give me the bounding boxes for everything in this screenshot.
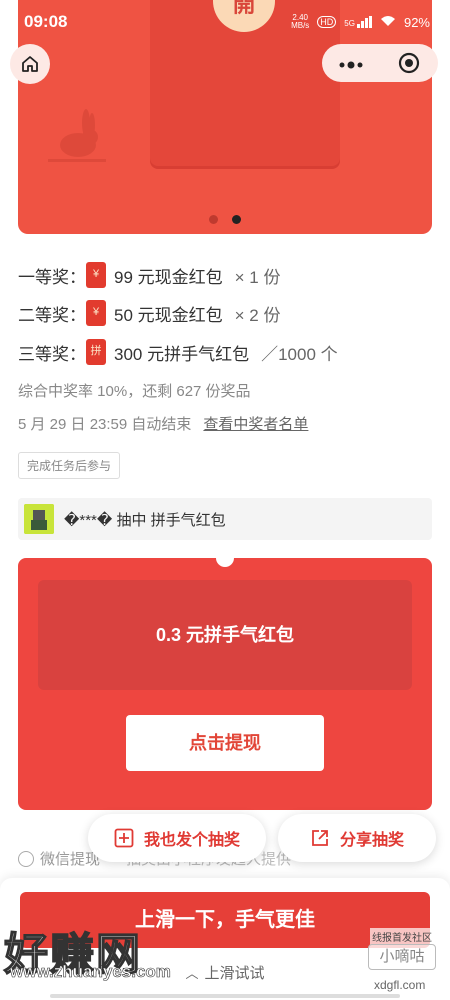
prize-qty: ／1000 个 [261, 344, 338, 364]
close-mini-program-button[interactable] [380, 52, 438, 74]
prize-row-2: 二等奖： ¥ 50 元现金红包 × 2 份 [18, 300, 280, 326]
create-lottery-label: 我也发个抽奖 [143, 832, 240, 849]
card-notch [216, 558, 234, 567]
carousel-indicator [18, 211, 432, 229]
status-icons: 2.40 MB/s HD 5G 92% [291, 14, 430, 30]
red-packet-icon: ¥ [86, 300, 106, 326]
battery-level: 92% [403, 14, 430, 30]
avatar [24, 504, 54, 534]
red-packet-icon: ¥ [86, 262, 106, 288]
prize-qty: × 1 份 [234, 267, 281, 287]
win-rate-stats: 综合中奖率 10%，还剩 627 份奖品 [18, 383, 251, 400]
status-bar: 09:08 2.40 MB/s HD 5G 92% [0, 0, 450, 44]
withdraw-button[interactable]: 点击提现 [126, 715, 324, 771]
share-lottery-label: 分享抽奖 [339, 832, 404, 849]
condition-tag: 完成任务后参与 [18, 452, 121, 479]
watermark-right-title: 线报首发社区 [370, 928, 434, 945]
end-time: 5 月 29 日 23:59 自动结束 [18, 416, 192, 433]
share-lottery-button[interactable]: 分享抽奖 [278, 814, 436, 862]
prize-row-1: 一等奖： ¥ 99 元现金红包 × 1 份 [18, 262, 280, 288]
hd-icon: HD [317, 16, 337, 28]
prize-desc: 50 元现金红包 [114, 305, 223, 325]
swipe-hint-label: 上滑试试 [204, 965, 265, 982]
more-menu-button[interactable] [322, 52, 380, 75]
winner-text: �***� 抽中 拼手气红包 [64, 511, 226, 529]
more-dots-icon [339, 61, 363, 68]
status-time: 09:08 [24, 12, 68, 31]
share-icon [312, 830, 328, 846]
prize-desc: 99 元现金红包 [114, 267, 223, 287]
winner-list-link[interactable]: 查看中奖者名单 [203, 416, 308, 433]
watermark-url: www.zhuanyes.com [10, 962, 172, 982]
rabbit-icon [48, 109, 106, 162]
home-button[interactable] [10, 44, 50, 84]
home-icon [22, 56, 38, 72]
prize-level: 三等奖： [18, 344, 86, 364]
wifi-icon [380, 15, 396, 30]
mini-program-capsule [322, 44, 438, 82]
prize-row-3: 三等奖： 拼 300 元拼手气红包 ／1000 个 [18, 339, 338, 365]
check-circle-icon [18, 850, 34, 867]
prize-level: 一等奖： [18, 267, 86, 287]
watermark-right-logo: 小嘀咕 [368, 944, 436, 970]
winner-ticker: �***� 抽中 拼手气红包 [18, 498, 432, 540]
plus-square-icon [114, 828, 134, 848]
prize-level: 二等奖： [18, 305, 86, 325]
prize-desc: 300 元拼手气红包 [114, 344, 250, 364]
prize-qty: × 2 份 [234, 305, 281, 325]
pin-packet-icon: 拼 [86, 339, 106, 365]
prize-result-card: 0.3 元拼手气红包 点击提现 [18, 558, 432, 810]
carousel-dot[interactable] [208, 215, 218, 224]
signal-icon: 5G [344, 16, 372, 28]
carousel-dot-active[interactable] [232, 215, 242, 224]
network-speed: 2.40 MB/s [291, 13, 310, 30]
create-lottery-button[interactable]: 我也发个抽奖 [88, 814, 266, 862]
prize-result-title: 0.3 元拼手气红包 [38, 580, 412, 690]
chevron-up-icon: ︿ [185, 966, 199, 981]
watermark-right-url: xdgfl.com [374, 978, 426, 992]
close-target-icon [398, 52, 420, 74]
end-info: 5 月 29 日 23:59 自动结束 查看中奖者名单 [18, 413, 308, 434]
home-indicator [50, 994, 400, 998]
